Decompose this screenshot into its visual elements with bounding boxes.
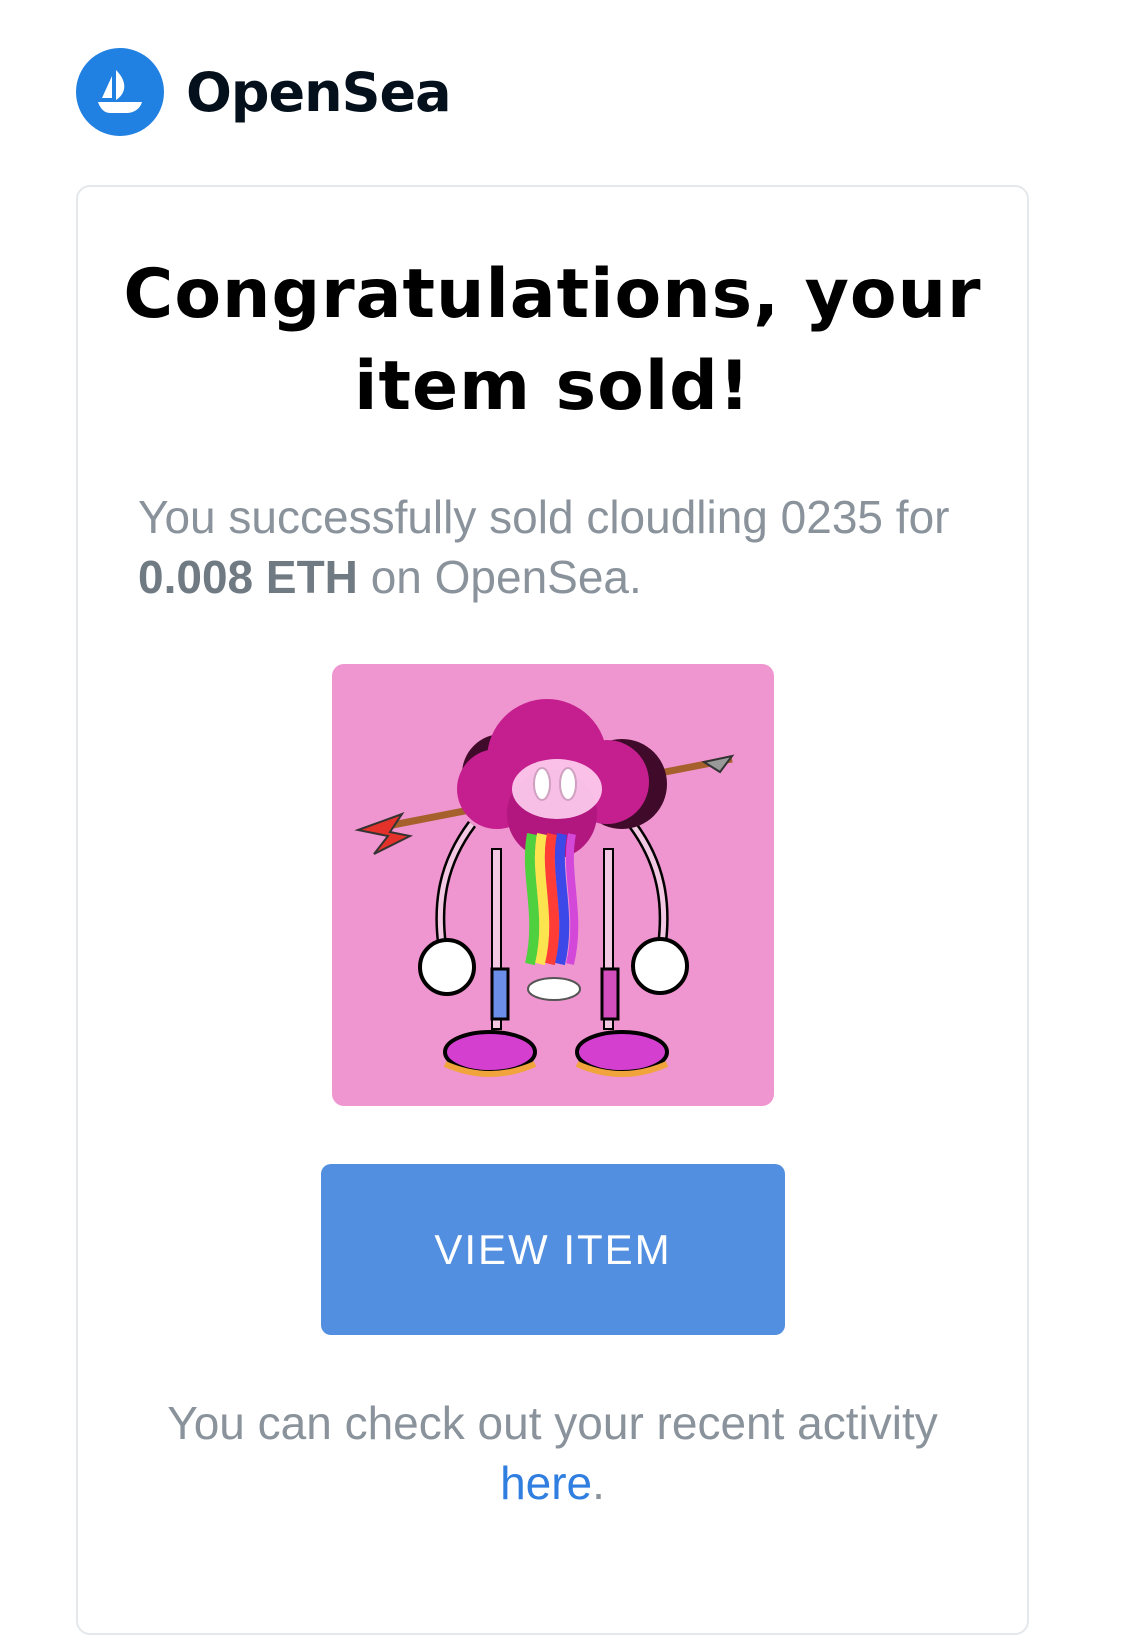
message-prefix: You successfully sold cloudling 0235 for — [138, 491, 950, 543]
brand-name: OpenSea — [186, 60, 452, 124]
opensea-header: OpenSea — [76, 48, 452, 136]
view-item-button[interactable]: VIEW ITEM — [321, 1164, 785, 1335]
headline-line-2: item sold! — [354, 347, 751, 426]
headline: Congratulations, your item sold! — [78, 249, 1027, 433]
sale-notification-card: Congratulations, your item sold! You suc… — [76, 185, 1029, 1635]
cloudling-nft-artwork-icon — [354, 699, 735, 1077]
item-image[interactable] — [332, 664, 774, 1106]
recent-activity-text: You can check out your recent activity h… — [108, 1393, 997, 1513]
opensea-logo-icon[interactable] — [76, 48, 164, 136]
sale-message: You successfully sold cloudling 0235 for… — [138, 487, 968, 607]
recent-activity-link[interactable]: here — [500, 1457, 592, 1509]
footer-message: You can check out your recent activity — [167, 1397, 938, 1449]
sale-price: 0.008 ETH — [138, 551, 358, 603]
headline-line-1: Congratulations, your — [123, 255, 982, 334]
footer-period: . — [592, 1457, 605, 1509]
message-suffix: on OpenSea. — [370, 551, 642, 603]
